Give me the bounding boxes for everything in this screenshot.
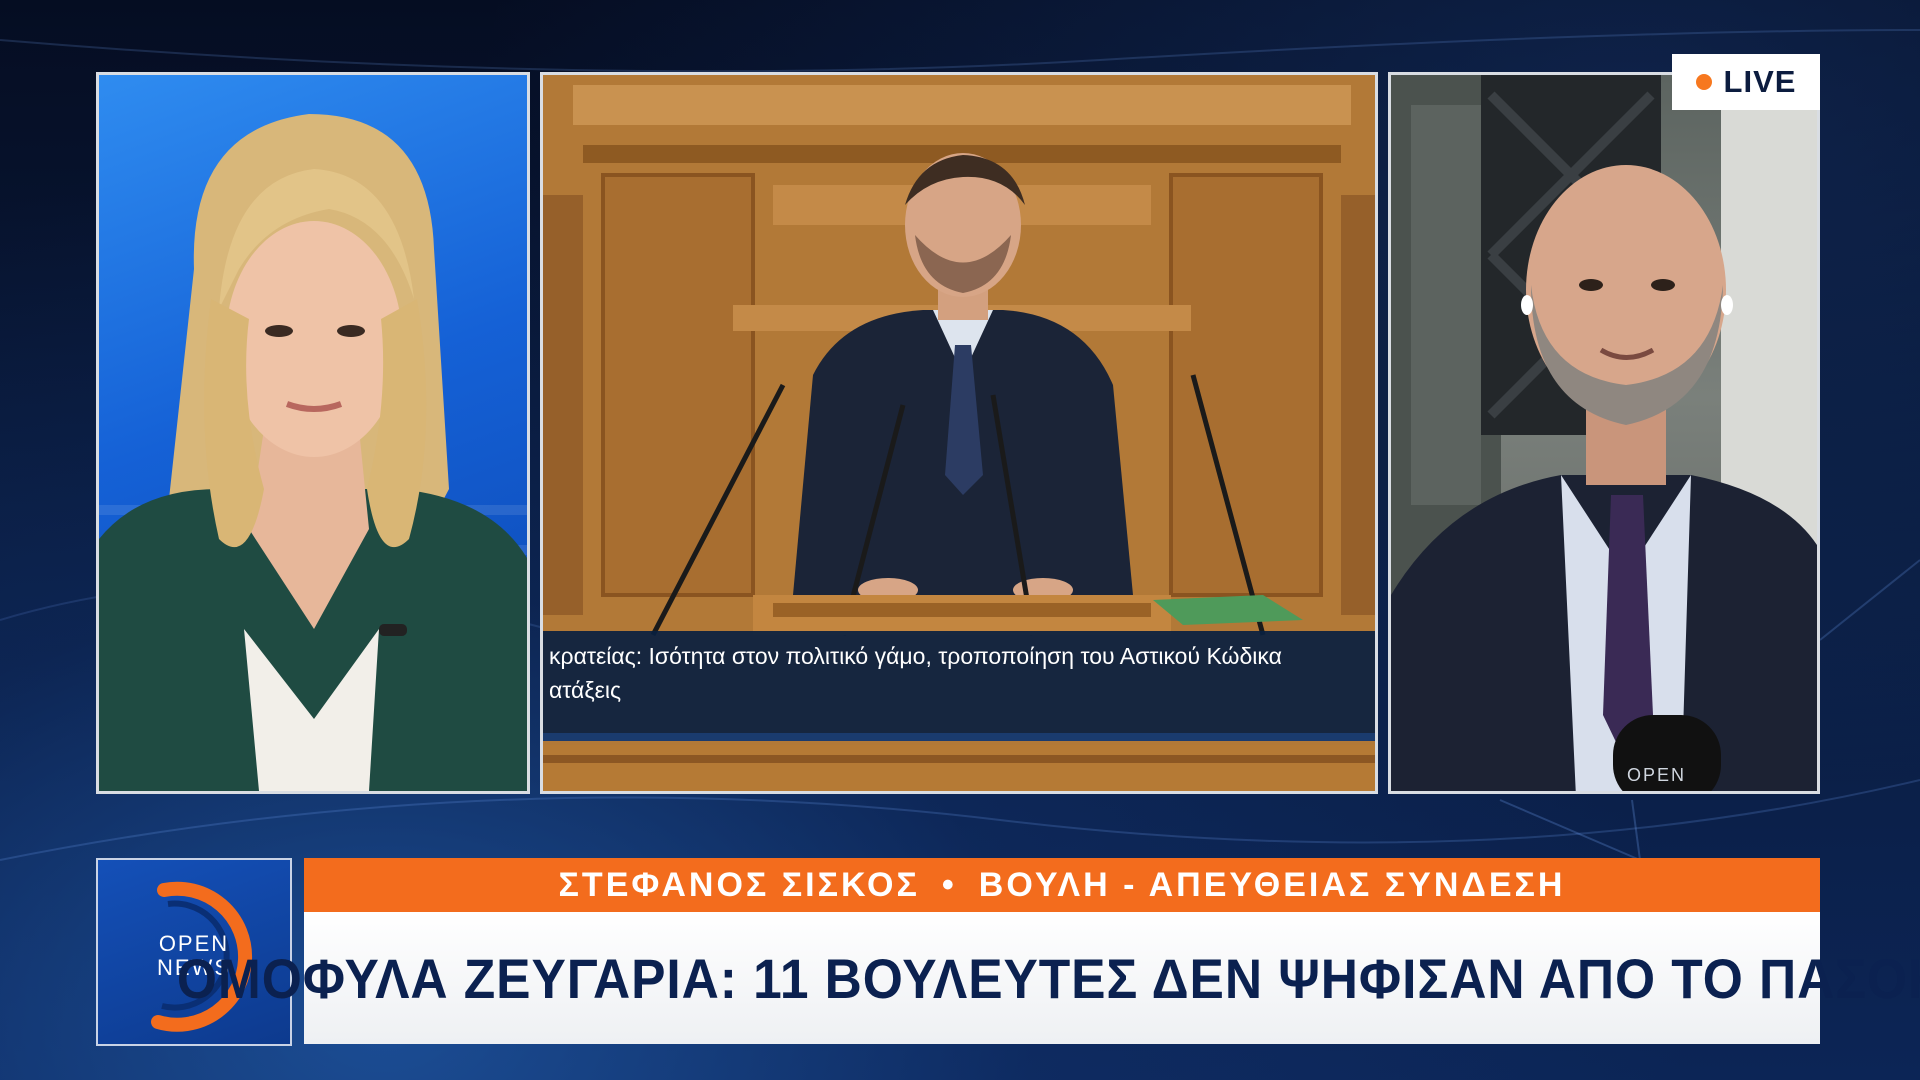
reporter-name: ΣΤΕΦΑΝΟΣ ΣΙΣΚΟΣ (558, 865, 920, 904)
reporter-strap: ΣΤΕΦΑΝΟΣ ΣΙΣΚΟΣ • ΒΟΥΛΗ - ΑΠΕΥΘΕΙΑΣ ΣΥΝΔ… (304, 858, 1820, 912)
parliament-video-panel: κρατείας: Ισότητα στον πολιτικό γάμο, τρ… (540, 72, 1378, 794)
chyron-bottom-rule (543, 733, 1375, 741)
reporter-scene (1391, 75, 1817, 791)
headline-text: ΟΜΟΦΥΛΑ ΖΕΥΓΑΡΙΑ: 11 ΒΟΥΛΕΥΤΕΣ ΔΕΝ ΨΗΦΙΣ… (177, 946, 1920, 1010)
mic-logo: OPEN (1627, 765, 1687, 785)
strap-separator: • (941, 865, 957, 904)
anchor-video-panel (96, 72, 530, 794)
anchor-figure (99, 114, 527, 791)
headline-bar: ΟΜΟΦΥΛΑ ΖΕΥΓΑΡΙΑ: 11 ΒΟΥΛΕΥΤΕΣ ΔΕΝ ΨΗΦΙΣ… (177, 912, 1920, 1044)
chyron-line: ατάξεις (549, 677, 622, 703)
location-label: ΒΟΥΛΗ - ΑΠΕΥΘΕΙΑΣ ΣΥΝΔΕΣΗ (978, 865, 1566, 904)
parliament-chyron: κρατείας: Ισότητα στον πολιτικό γάμο, τρ… (543, 631, 1375, 741)
live-dot-icon (1695, 74, 1712, 90)
reporter-video-panel: OPEN (1388, 72, 1820, 794)
live-badge: LIVE (1672, 54, 1820, 110)
broadcast-frame: κρατείας: Ισότητα στον πολιτικό γάμο, τρ… (0, 0, 1920, 1080)
chyron-line: κρατείας: Ισότητα στον πολιτικό γάμο, τρ… (549, 643, 1282, 669)
live-label: LIVE (1723, 64, 1797, 99)
